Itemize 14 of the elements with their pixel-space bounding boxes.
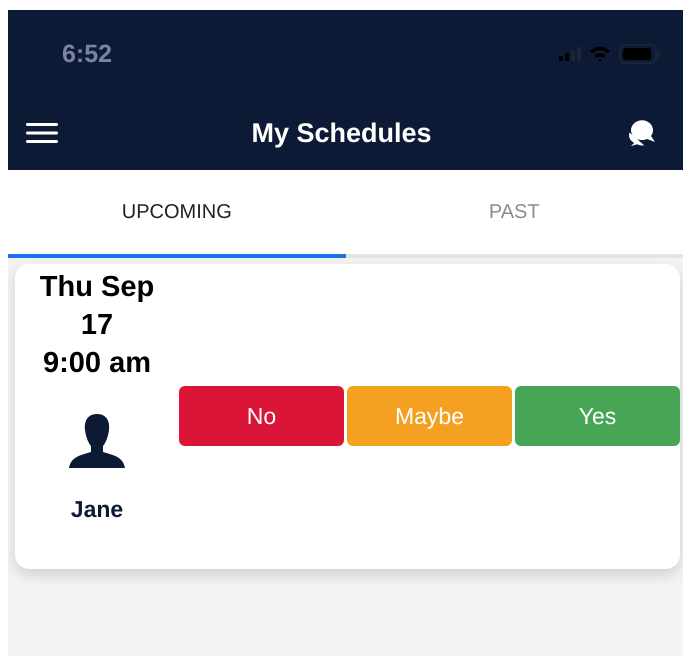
response-button[interactable]: Maybe [347,386,512,446]
battery-icon [619,44,661,64]
header-title: My Schedules [251,118,432,148]
schedule-date: 17 [80,308,114,343]
person-name: Jane [70,496,124,523]
signal-icon [559,47,581,61]
schedule-date: 9:00 am [42,346,151,381]
response-button[interactable]: Yes [515,386,680,446]
schedule-date: Thu Sep [40,270,154,305]
person-icon [68,412,126,468]
wifi-icon [589,46,611,62]
menu-icon[interactable] [26,123,58,143]
status-time: 6:52 [62,40,112,68]
response-button[interactable]: No [179,386,344,446]
